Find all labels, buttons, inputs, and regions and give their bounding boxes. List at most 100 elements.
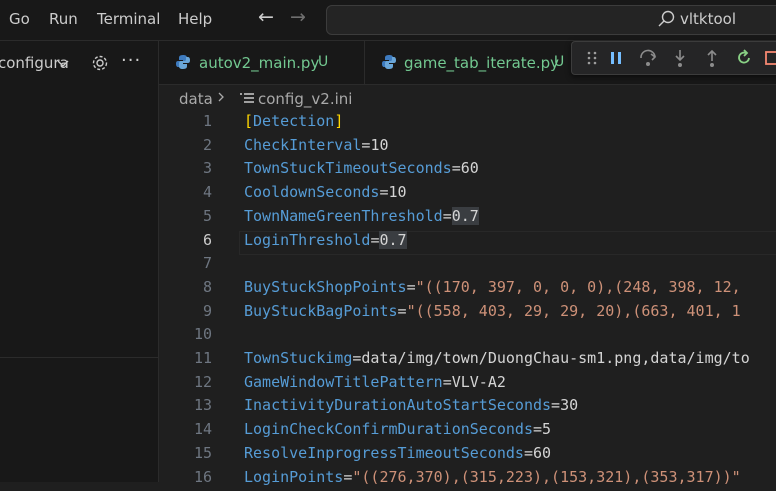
config-value: "((558, 403, 29, 29, 20),(663, 401, 1 (407, 302, 741, 320)
code-line[interactable]: 8 BuyStuckShopPoints="((170, 397, 0, 0, 0… (159, 278, 776, 302)
config-key: LoginThreshold (244, 231, 370, 249)
code-line[interactable]: 4 CooldownSeconds=10 (159, 183, 776, 207)
code-text: BuyStuckShopPoints="((170, 397, 0, 0, 0)… (244, 278, 741, 296)
step-out-icon[interactable] (702, 48, 722, 68)
line-number: 7 (159, 254, 212, 272)
code-line[interactable]: 16 LoginPoints="((276,370),(315,223),(153… (159, 468, 776, 491)
configuration-dropdown[interactable]: configura (0, 52, 80, 76)
line-number: 11 (159, 349, 212, 367)
config-value: 0.7 (452, 207, 479, 225)
equals-sign: = (398, 302, 407, 320)
pause-icon[interactable] (606, 48, 626, 68)
code-text: TownStuckTimeoutSeconds=60 (244, 159, 479, 177)
code-line[interactable]: 12 GameWindowTitlePattern=VLV-A2 (159, 373, 776, 397)
stop-icon[interactable] (762, 48, 776, 68)
code-line[interactable]: 3TownStuckTimeoutSeconds=60 (159, 159, 776, 183)
equals-sign: = (533, 420, 542, 438)
code-text: LoginCheckConfirmDurationSeconds=5 (244, 420, 551, 438)
sidebar-divider (0, 357, 158, 358)
equals-sign: = (407, 278, 416, 296)
code-text: BuyStuckBagPoints="((558, 403, 29, 29, 2… (244, 302, 741, 320)
search-icon (656, 9, 676, 29)
breadcrumb-folder[interactable]: data (179, 90, 213, 108)
section-header-part: ] (334, 112, 343, 130)
code-text: CooldownSeconds=10 (244, 183, 407, 201)
settings-file-icon (240, 93, 254, 105)
line-number: 1 (159, 112, 212, 130)
line-number: 8 (159, 278, 212, 296)
config-key: LoginPoints (244, 468, 343, 486)
drag-handle-icon[interactable] (582, 48, 602, 68)
line-number: 16 (159, 468, 212, 486)
config-key: BuyStuckBagPoints (244, 302, 398, 320)
line-number: 9 (159, 302, 212, 320)
config-value: 60 (533, 444, 551, 462)
line-number: 12 (159, 373, 212, 391)
config-value: "((276,370),(315,223),(153,321),(353,317… (352, 468, 740, 486)
menu-run[interactable]: Run (49, 10, 78, 28)
menu-help[interactable]: Help (178, 10, 212, 28)
code-line[interactable]: 5TownNameGreenThreshold=0.7 (159, 207, 776, 231)
back-arrow-icon[interactable]: ← (258, 6, 274, 28)
code-line[interactable]: 10 (159, 325, 776, 349)
line-number: 14 (159, 420, 212, 438)
equals-sign: = (524, 444, 533, 462)
section-header-part: Detection (253, 112, 334, 130)
section-header-part: [ (244, 112, 253, 130)
chevron-down-icon (56, 57, 70, 71)
step-into-icon[interactable] (670, 48, 690, 68)
tab-label: game_tab_iterate.py (404, 54, 559, 72)
tab-game-tab-iterate[interactable]: game_tab_iterate.py U (365, 41, 585, 84)
line-number: 6 (159, 231, 212, 249)
gear-icon[interactable] (90, 53, 110, 73)
code-line[interactable]: 7 (159, 254, 776, 278)
code-line[interactable]: 6 LoginThreshold=0.7 (159, 231, 776, 255)
code-line[interactable]: 11 TownStuckimg=data/img/town/DuongChau-s… (159, 349, 776, 373)
config-key: LoginCheckConfirmDurationSeconds (244, 420, 533, 438)
config-value: 5 (542, 420, 551, 438)
config-key: BuyStuckShopPoints (244, 278, 407, 296)
tab-label: autov2_main.py (199, 54, 319, 72)
code-text: TownStuckimg=data/img/town/DuongChau-sm1… (244, 349, 750, 367)
config-value: 30 (560, 396, 578, 414)
config-key: TownStuckimg (244, 349, 352, 367)
code-text: InactivityDurationAutoStartSeconds=30 (244, 396, 578, 414)
config-value: data/img/town/DuongChau-sm1.png,data/img… (361, 349, 749, 367)
code-text: CheckInterval=10 (244, 136, 389, 154)
code-line[interactable]: 1 [Detection] (159, 112, 776, 136)
debug-toolbar (571, 41, 776, 75)
line-number: 4 (159, 183, 212, 201)
title-bar: Go Run Terminal Help ← → vltktool (0, 0, 776, 41)
forward-arrow-icon[interactable]: → (290, 6, 306, 28)
code-text: GameWindowTitlePattern=VLV-A2 (244, 373, 506, 391)
config-value: 0.7 (379, 231, 406, 249)
line-number: 13 (159, 396, 212, 414)
restart-icon[interactable] (734, 48, 754, 68)
config-key: CheckInterval (244, 136, 361, 154)
config-value: 60 (461, 159, 479, 177)
more-actions-icon[interactable]: ··· (121, 50, 141, 71)
code-line[interactable]: 9 BuyStuckBagPoints="((558, 403, 29, 29, … (159, 302, 776, 326)
equals-sign: = (379, 183, 388, 201)
search-text: vltktool (680, 10, 736, 28)
line-number: 15 (159, 444, 212, 462)
equals-sign: = (443, 207, 452, 225)
code-editor[interactable]: 1 [Detection] 2CheckInterval=103TownStuckT… (159, 111, 776, 482)
code-line[interactable]: 15 ResolveInprogressTimeoutSeconds=60 (159, 444, 776, 468)
code-line[interactable]: 2CheckInterval=10 (159, 136, 776, 160)
tab-autov2-main[interactable]: autov2_main.py U (159, 41, 364, 84)
step-over-icon[interactable] (638, 48, 658, 68)
menu-terminal[interactable]: Terminal (97, 10, 160, 28)
sidebar: configura ··· (0, 41, 159, 482)
breadcrumb-file[interactable]: config_v2.ini (258, 90, 352, 108)
line-number: 5 (159, 207, 212, 225)
code-line[interactable]: 13 InactivityDurationAutoStartSeconds=30 (159, 396, 776, 420)
code-text: ResolveInprogressTimeoutSeconds=60 (244, 444, 551, 462)
code-line[interactable]: 14 LoginCheckConfirmDurationSeconds=5 (159, 420, 776, 444)
code-text: LoginPoints="((276,370),(315,223),(153,3… (244, 468, 741, 486)
code-text: LoginThreshold=0.7 (244, 231, 407, 249)
config-value: VLV-A2 (452, 373, 506, 391)
menu-go[interactable]: Go (9, 10, 30, 28)
code-text: [Detection] (244, 112, 343, 130)
breadcrumb: data config_v2.ini (159, 85, 776, 111)
